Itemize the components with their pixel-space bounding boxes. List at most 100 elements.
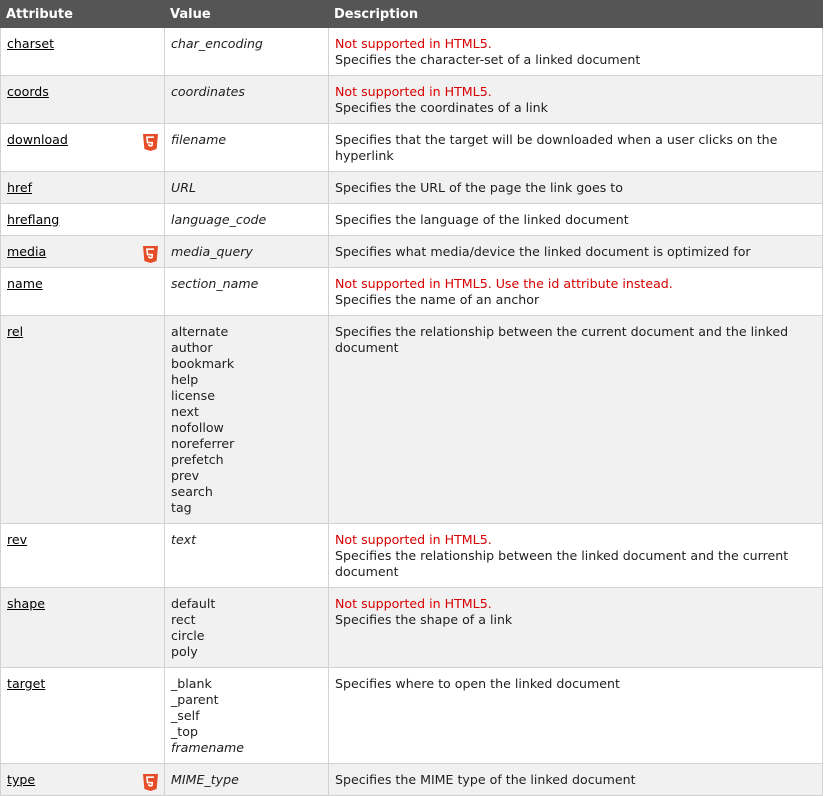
attribute-cell: coords bbox=[0, 75, 165, 124]
description-text: Specifies that the target will be downlo… bbox=[335, 132, 778, 163]
attribute-cell: type bbox=[0, 763, 165, 796]
value-item: language_code bbox=[171, 212, 267, 227]
value-item: _blank bbox=[171, 676, 212, 691]
table-header: Attribute Value Description bbox=[0, 0, 823, 28]
value-item: next bbox=[171, 404, 199, 419]
attribute-link-download[interactable]: download bbox=[7, 132, 68, 147]
value-item: default bbox=[171, 596, 216, 611]
table-row: type MIME_type Specifies the MIME type of … bbox=[0, 763, 823, 796]
description-text: Specifies the MIME type of the linked do… bbox=[335, 772, 636, 787]
value-item: noreferrer bbox=[171, 436, 235, 451]
deprecation-note: Not supported in HTML5. bbox=[335, 36, 492, 51]
attribute-link-target[interactable]: target bbox=[7, 676, 45, 691]
attribute-link-shape[interactable]: shape bbox=[7, 596, 45, 611]
attribute-cell: download bbox=[0, 123, 165, 172]
value-item: media_query bbox=[171, 244, 253, 259]
header-description: Description bbox=[328, 0, 823, 28]
description-text: Specifies the relationship between the l… bbox=[335, 548, 789, 579]
value-item: author bbox=[171, 340, 213, 355]
value-item: nofollow bbox=[171, 420, 224, 435]
attribute-link-name[interactable]: name bbox=[7, 276, 43, 291]
description-text: Specifies where to open the linked docum… bbox=[335, 676, 620, 691]
value-item: license bbox=[171, 388, 215, 403]
value-item: rect bbox=[171, 612, 196, 627]
description-cell: Specifies the MIME type of the linked do… bbox=[328, 763, 823, 796]
value-item: filename bbox=[171, 132, 227, 147]
deprecation-note: Not supported in HTML5. bbox=[335, 84, 492, 99]
value-item: URL bbox=[171, 180, 196, 195]
attribute-link-coords[interactable]: coords bbox=[7, 84, 49, 99]
value-item: help bbox=[171, 372, 199, 387]
attribute-link-href[interactable]: href bbox=[7, 180, 32, 195]
value-item: MIME_type bbox=[171, 772, 239, 787]
attribute-link-type[interactable]: type bbox=[7, 772, 35, 787]
description-cell: Specifies what media/device the linked d… bbox=[328, 235, 823, 268]
description-cell: Not supported in HTML5. Specifies the cha… bbox=[328, 27, 823, 76]
attribute-cell: href bbox=[0, 171, 165, 204]
description-text: Specifies what media/device the linked d… bbox=[335, 244, 751, 259]
table-row: rev text Not supported in HTML5. Specifies … bbox=[0, 523, 823, 588]
html5-icon bbox=[143, 774, 158, 791]
table-row: name section_name Not supported in HTML5. … bbox=[0, 267, 823, 316]
value-cell: language_code bbox=[164, 203, 329, 236]
value-cell: MIME_type bbox=[164, 763, 329, 796]
value-cell: _blank _parent _self _top framename bbox=[164, 667, 329, 764]
value-item: _parent bbox=[171, 692, 219, 707]
table-row: rel alternate author bookmark help license nex… bbox=[0, 315, 823, 524]
header-value: Value bbox=[164, 0, 329, 28]
attribute-cell: hreflang bbox=[0, 203, 165, 236]
description-cell: Specifies that the target will be downlo… bbox=[328, 123, 823, 172]
value-cell: section_name bbox=[164, 267, 329, 316]
deprecation-note: Not supported in HTML5. bbox=[335, 596, 492, 611]
description-text: Specifies the language of the linked doc… bbox=[335, 212, 629, 227]
deprecation-note: Not supported in HTML5. Use the id attri… bbox=[335, 276, 673, 291]
attribute-link-rel[interactable]: rel bbox=[7, 324, 23, 339]
value-item: alternate bbox=[171, 324, 229, 339]
value-item: section_name bbox=[171, 276, 259, 291]
description-cell: Specifies the URL of the page the link g… bbox=[328, 171, 823, 204]
table-row: href URL Specifies the URL of the page the… bbox=[0, 171, 823, 204]
description-cell: Not supported in HTML5. Specifies the coo… bbox=[328, 75, 823, 124]
attribute-cell: shape bbox=[0, 587, 165, 668]
attribute-link-media[interactable]: media bbox=[7, 244, 46, 259]
description-text: Specifies the URL of the page the link g… bbox=[335, 180, 623, 195]
description-cell: Not supported in HTML5. Use the id attri… bbox=[328, 267, 823, 316]
description-cell: Specifies the language of the linked doc… bbox=[328, 203, 823, 236]
value-item: coordinates bbox=[171, 84, 245, 99]
table-row: coords coordinates Not supported in HTML5.… bbox=[0, 75, 823, 124]
table-row: hreflang language_code Specifies the langu… bbox=[0, 203, 823, 236]
value-item: _top bbox=[171, 724, 198, 739]
value-item: tag bbox=[171, 500, 192, 515]
attribute-link-charset[interactable]: charset bbox=[7, 36, 54, 51]
value-cell: char_encoding bbox=[164, 27, 329, 76]
description-cell: Not supported in HTML5. Specifies the sha… bbox=[328, 587, 823, 668]
value-item: search bbox=[171, 484, 213, 499]
table-row: target _blank _parent _self _top framename Spe… bbox=[0, 667, 823, 764]
attribute-cell: media bbox=[0, 235, 165, 268]
description-cell: Not supported in HTML5. Specifies the rel… bbox=[328, 523, 823, 588]
description-text: Specifies the coordinates of a link bbox=[335, 100, 548, 115]
description-text: Specifies the character-set of a linked … bbox=[335, 52, 641, 67]
attribute-link-hreflang[interactable]: hreflang bbox=[7, 212, 59, 227]
attribute-link-rev[interactable]: rev bbox=[7, 532, 27, 547]
attributes-table: Attribute Value Description charset char_… bbox=[0, 0, 823, 796]
attribute-cell: charset bbox=[0, 27, 165, 76]
value-item: circle bbox=[171, 628, 205, 643]
table-row: download filename Specifies that the targe… bbox=[0, 123, 823, 172]
value-item: bookmark bbox=[171, 356, 235, 371]
description-text: Specifies the name of an anchor bbox=[335, 292, 540, 307]
value-item: prefetch bbox=[171, 452, 224, 467]
value-item: char_encoding bbox=[171, 36, 263, 51]
description-cell: Specifies where to open the linked docum… bbox=[328, 667, 823, 764]
attribute-cell: rel bbox=[0, 315, 165, 524]
value-cell: text bbox=[164, 523, 329, 588]
deprecation-note: Not supported in HTML5. bbox=[335, 532, 492, 547]
value-cell: media_query bbox=[164, 235, 329, 268]
table-body: charset char_encoding Not supported in HTM… bbox=[0, 27, 823, 796]
header-attribute: Attribute bbox=[0, 0, 165, 28]
value-cell: alternate author bookmark help license next no… bbox=[164, 315, 329, 524]
value-item: _self bbox=[171, 708, 200, 723]
description-text: Specifies the relationship between the c… bbox=[335, 324, 789, 355]
value-cell: coordinates bbox=[164, 75, 329, 124]
value-item: framename bbox=[171, 740, 245, 755]
